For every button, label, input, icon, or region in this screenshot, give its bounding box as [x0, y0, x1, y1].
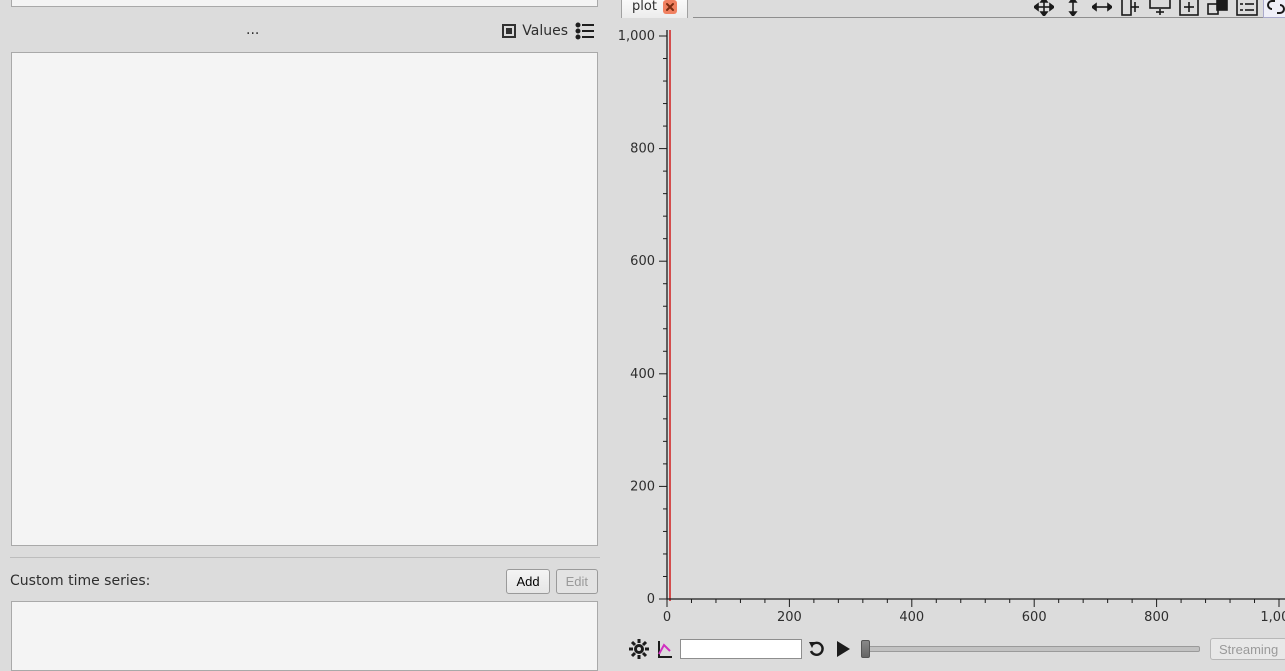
gear-icon[interactable]: [628, 638, 650, 660]
svg-text:1,000: 1,000: [618, 29, 655, 44]
time-slider[interactable]: [862, 646, 1200, 652]
values-checkbox-icon[interactable]: [502, 24, 516, 38]
left-panel: ... Values Custom time series: Add Edit: [0, 0, 608, 660]
svg-text:400: 400: [630, 367, 655, 382]
ellipsis-label: ...: [246, 22, 259, 38]
svg-text:200: 200: [777, 610, 802, 625]
upper-list-box[interactable]: [11, 0, 598, 7]
right-panel: plot: [614, 0, 1285, 660]
play-icon[interactable]: [832, 638, 854, 660]
custom-series-list-box[interactable]: [11, 601, 598, 671]
svg-text:600: 600: [1022, 610, 1047, 625]
svg-text:800: 800: [630, 142, 655, 157]
svg-text:600: 600: [630, 254, 655, 269]
time-slider-thumb[interactable]: [861, 640, 870, 658]
status-bar: Streaming: [614, 638, 1285, 660]
svg-text:0: 0: [663, 610, 671, 625]
edit-button: Edit: [556, 569, 598, 594]
add-button[interactable]: Add: [506, 569, 549, 594]
middle-list-box[interactable]: [11, 52, 598, 546]
svg-text:200: 200: [630, 479, 655, 494]
list-settings-icon[interactable]: [574, 22, 596, 40]
values-label: Values: [522, 23, 568, 39]
svg-text:1,000: 1,000: [1260, 610, 1285, 625]
time-input[interactable]: [680, 639, 802, 659]
section-divider: [10, 557, 600, 558]
custom-time-series-label: Custom time series:: [10, 573, 500, 589]
chart-axis-icon[interactable]: [654, 638, 676, 660]
streaming-button[interactable]: Streaming: [1210, 638, 1285, 660]
svg-text:0: 0: [647, 592, 655, 607]
svg-text:800: 800: [1144, 610, 1169, 625]
chart-canvas[interactable]: 0 200 400 600 800 1,000 0 200 400 600 800 1,000: [614, 0, 1285, 660]
svg-text:400: 400: [899, 610, 924, 625]
refresh-icon[interactable]: [806, 638, 828, 660]
